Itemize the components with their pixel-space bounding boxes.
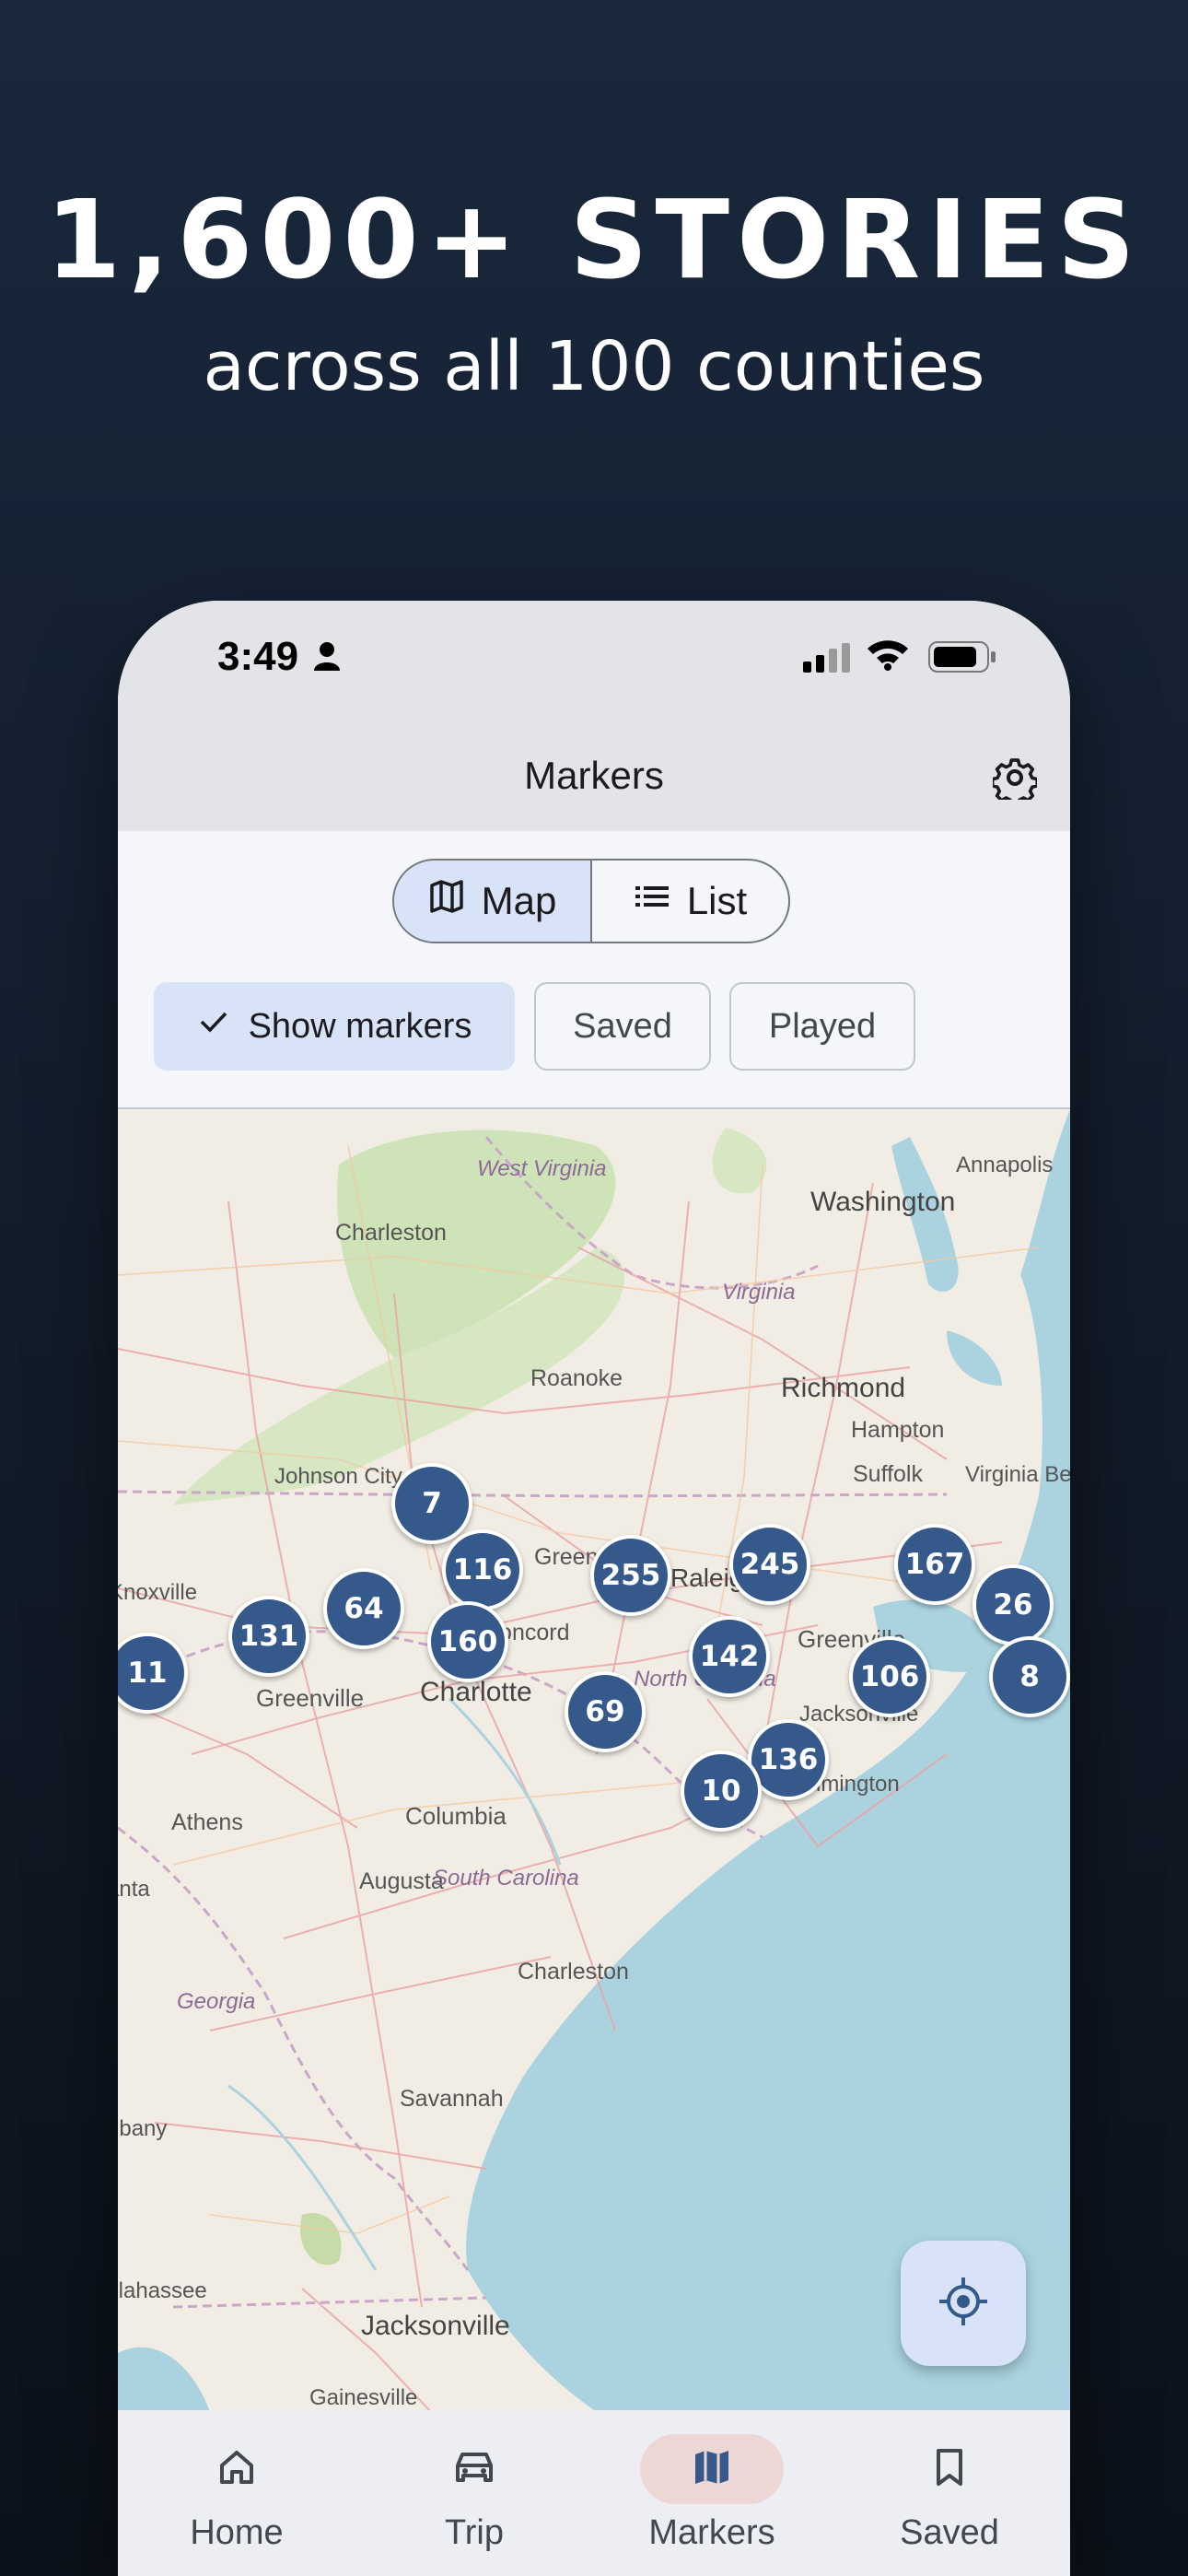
nav-markers[interactable]: Markers [593,2410,831,2576]
map-icon [690,2445,734,2493]
marker-cluster[interactable]: 142 [689,1616,770,1697]
map-label: Johnson City [274,1464,402,1489]
map-label: Virginia [722,1280,796,1305]
show-markers-chip[interactable]: Show markers [154,982,515,1071]
saved-filter-label: Saved [573,1006,672,1046]
map-icon [428,878,465,924]
person-icon [313,641,341,674]
map-view-label: Map [481,879,557,922]
marker-cluster[interactable]: 255 [590,1535,671,1616]
map-label: Albany [118,2116,167,2141]
my-location-button[interactable] [901,2241,1026,2366]
page-title: Markers [524,754,664,797]
map-label: Augusta [359,1868,444,1894]
marker-cluster[interactable]: 116 [442,1529,523,1610]
car-icon [450,2445,498,2493]
map-label: Roanoke [530,1365,623,1391]
marker-cluster[interactable]: 131 [228,1596,309,1677]
map-label: Charleston [335,1220,447,1246]
map-label: Greenville [256,1684,364,1712]
map-label: Richmond [781,1373,905,1403]
marker-cluster[interactable]: 26 [973,1564,1054,1645]
map-label: Savannah [400,2086,504,2112]
status-time: 3:49 [217,634,299,679]
map-label: Hampton [851,1417,944,1443]
map-label: Charleston [518,1959,629,1985]
list-view-label: List [686,879,748,922]
headline: 1,600+ STORIES [45,176,1143,303]
nav-trip-label: Trip [444,2513,505,2552]
map-label: Atlanta [118,1877,150,1902]
marker-cluster[interactable]: 106 [849,1636,930,1717]
battery-icon [928,641,996,676]
nav-markers-label: Markers [648,2513,775,2552]
app-bar: Markers [118,720,1070,831]
wifi-icon [866,638,910,674]
marker-cluster[interactable]: 64 [323,1568,404,1649]
marker-cluster[interactable]: 69 [565,1671,646,1752]
status-bar: 3:49 [118,601,1070,720]
played-filter-chip[interactable]: Played [729,982,915,1071]
list-icon [634,878,670,924]
map-label: Suffolk [853,1461,923,1487]
played-filter-label: Played [768,1006,877,1046]
nav-trip[interactable]: Trip [355,2410,593,2576]
cellular-signal-icon [803,643,851,676]
home-icon [215,2445,259,2493]
marker-cluster[interactable]: 160 [427,1601,508,1682]
settings-gear-icon[interactable] [990,755,1040,807]
subheadline: across all 100 counties [203,327,985,406]
nav-saved-label: Saved [900,2513,999,2552]
map-label: Tallahassee [118,2278,207,2303]
map-label: West Virginia [477,1156,607,1181]
map-label: Georgia [177,1989,255,2014]
view-toggle: Map List [392,859,790,943]
phone-frame: 3:49 Markers Map List Show markers Saved… [118,601,1070,2576]
map-label: Virginia Beach [965,1462,1070,1487]
map-label: Columbia [405,1802,507,1830]
map-label: Knoxville [118,1580,197,1605]
list-view-button[interactable]: List [592,861,788,942]
bookmark-icon [929,2445,970,2493]
map-label: Washington [810,1187,955,1217]
bottom-navigation: Home Trip Markers Saved [118,2410,1070,2576]
marker-cluster[interactable]: 7 [391,1463,472,1544]
map-label: South Carolina [433,1866,579,1891]
map-label: Jacksonville [361,2311,510,2341]
nav-home[interactable]: Home [118,2410,355,2576]
show-markers-label: Show markers [248,1006,472,1046]
marker-cluster[interactable]: 8 [989,1636,1070,1717]
crosshair-location-icon [936,2274,991,2333]
map-view[interactable]: West Virginia Charleston Washington Anna… [118,1107,1070,2410]
map-label: Gainesville [309,2385,417,2410]
map-tiles: West Virginia Charleston Washington Anna… [118,1109,1070,2410]
map-label: Annapolis [956,1153,1053,1177]
check-icon [197,1005,230,1048]
saved-filter-chip[interactable]: Saved [534,982,711,1071]
marker-cluster[interactable]: 167 [894,1524,975,1605]
nav-saved[interactable]: Saved [831,2410,1068,2576]
map-view-button[interactable]: Map [394,861,592,942]
marker-cluster[interactable]: 245 [729,1524,810,1605]
map-label: Athens [171,1809,243,1835]
filter-area: Map List Show markers Saved Played [118,831,1070,1107]
marker-cluster[interactable]: 10 [681,1751,762,1832]
nav-home-label: Home [190,2513,284,2552]
